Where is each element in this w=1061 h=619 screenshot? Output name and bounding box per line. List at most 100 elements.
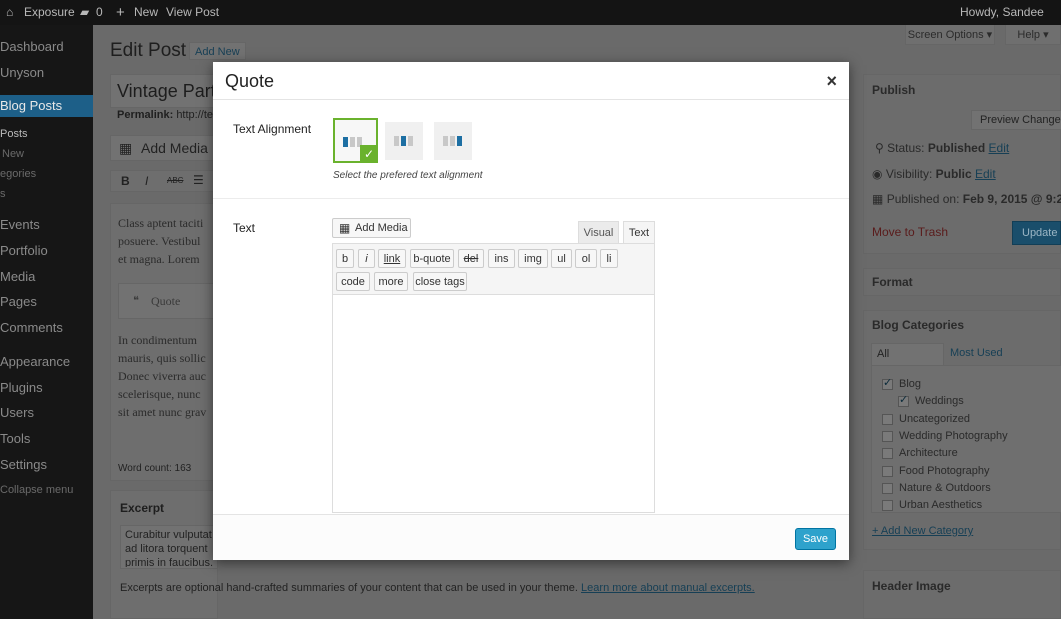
modal-add-media-button[interactable]: ▦ Add Media <box>332 218 411 238</box>
visibility-value: Public <box>935 167 972 181</box>
tab-all-categories[interactable]: All Categories <box>871 343 944 380</box>
site-name-link[interactable]: Exposure <box>24 0 75 25</box>
quote-modal: Quote × Text Alignment ✓ Select the pref… <box>213 62 849 560</box>
category-checkbox[interactable] <box>882 414 893 425</box>
category-checkbox[interactable] <box>882 376 893 390</box>
help-button[interactable]: Help ▾ <box>1005 25 1061 45</box>
view-post-link[interactable]: View Post <box>166 0 219 25</box>
menu-item-blog-posts[interactable]: Blog Posts <box>0 95 93 117</box>
quote-text-area[interactable] <box>332 294 655 513</box>
category-label: Food Photography <box>899 465 990 477</box>
menu-item-events[interactable]: Events <box>0 217 40 232</box>
tab-most-used[interactable]: Most Used <box>950 347 1003 359</box>
menu-item-appearance[interactable]: Appearance <box>0 354 70 369</box>
excerpt-line: ad litora torquent <box>125 543 208 555</box>
status-value: Published <box>927 141 986 155</box>
quicktag-ul-button[interactable]: ul <box>551 249 572 268</box>
header-image-box <box>863 570 1061 619</box>
category-label: Wedding Photography <box>899 430 1008 442</box>
word-count: Word count: 163 <box>118 463 192 474</box>
eye-icon: ◉ <box>872 167 883 181</box>
align-center-option[interactable] <box>385 122 423 160</box>
add-new-button[interactable]: Add New <box>189 42 246 60</box>
comment-icon[interactable]: ▰ <box>80 0 89 25</box>
excerpt-learn-more-link[interactable]: Learn more about manual excerpts. <box>581 582 755 594</box>
quicktag-li-button[interactable]: li <box>600 249 618 268</box>
greeting-link[interactable]: Howdy, Sandee Roger <box>960 0 1061 44</box>
menu-item-media[interactable]: Media <box>0 269 35 284</box>
category-label: Urban Aesthetics <box>899 499 983 511</box>
menu-item-portfolio[interactable]: Portfolio <box>0 243 48 258</box>
bullet-list-icon[interactable]: ☰ <box>193 173 204 187</box>
quicktag-italic-button[interactable]: i <box>358 249 375 268</box>
modal-header: Quote × <box>213 62 849 100</box>
italic-icon[interactable]: I <box>145 174 148 188</box>
modal-title: Quote <box>225 71 275 91</box>
screen-options-button[interactable]: Screen Options ▾ <box>905 25 995 45</box>
category-checkbox[interactable] <box>882 448 893 459</box>
comments-count[interactable]: 0 <box>96 0 103 25</box>
collapse-menu[interactable]: Collapse menu <box>0 484 73 496</box>
publish-title: Publish <box>872 83 916 97</box>
divider <box>213 198 849 199</box>
update-button[interactable]: Update <box>1012 221 1061 245</box>
strikethrough-icon[interactable]: ABC <box>167 176 183 185</box>
quicktag-close-tags-button[interactable]: close tags <box>413 272 467 291</box>
submenu-item-posts[interactable]: Posts <box>0 128 28 140</box>
align-left-option[interactable]: ✓ <box>333 118 378 163</box>
home-icon[interactable]: ⌂ <box>6 0 13 25</box>
category-checkbox[interactable] <box>882 500 893 511</box>
quicktag-ol-button[interactable]: ol <box>575 249 597 268</box>
quote-shortcode-block[interactable]: ❝ Quote <box>118 283 218 319</box>
status-edit-link[interactable]: Edit <box>989 141 1010 155</box>
align-bar <box>443 136 448 146</box>
move-to-trash-link[interactable]: Move to Trash <box>872 225 948 239</box>
alignment-hint: Select the prefered text alignment <box>333 170 483 181</box>
menu-item-settings[interactable]: Settings <box>0 457 47 472</box>
add-media-button[interactable]: ▦ Add Media <box>110 135 218 161</box>
preview-changes-button[interactable]: Preview Changes <box>971 110 1061 130</box>
category-checkbox[interactable] <box>882 483 893 494</box>
plus-icon[interactable]: + <box>116 0 125 25</box>
quicktag-img-button[interactable]: img <box>518 249 548 268</box>
add-new-category-link[interactable]: + Add New Category <box>872 525 973 537</box>
submenu-item-categories[interactable]: egories <box>0 168 36 180</box>
menu-item-comments[interactable]: Comments <box>0 320 63 335</box>
quicktag-bold-button[interactable]: b <box>336 249 354 268</box>
save-button[interactable]: Save <box>795 528 836 550</box>
quicktag-code-button[interactable]: code <box>336 272 370 291</box>
close-icon[interactable]: × <box>826 71 837 92</box>
excerpt-line: Curabitur vulputat <box>125 529 212 541</box>
title-input[interactable]: Vintage Party <box>110 74 225 108</box>
menu-item-plugins[interactable]: Plugins <box>0 380 43 395</box>
format-title: Format <box>872 275 913 289</box>
submenu-item-tags[interactable]: s <box>0 188 6 200</box>
tab-visual[interactable]: Visual <box>578 221 619 243</box>
submenu-item-new[interactable]: New <box>2 148 24 160</box>
tab-text[interactable]: Text <box>623 221 655 243</box>
quicktag-b-quote-button[interactable]: b-quote <box>410 249 454 268</box>
quicktag-link-button[interactable]: link <box>378 249 406 268</box>
add-media-label: Add Media <box>141 140 208 156</box>
category-checkbox[interactable] <box>882 431 893 442</box>
category-checkbox[interactable] <box>882 466 893 477</box>
menu-item-unyson[interactable]: Unyson <box>0 65 44 80</box>
menu-item-dashboard[interactable]: Dashboard <box>0 39 64 54</box>
quicktag-del-button[interactable]: del <box>458 249 484 268</box>
menu-item-pages[interactable]: Pages <box>0 294 37 309</box>
category-label: Blog <box>899 378 922 390</box>
visibility-edit-link[interactable]: Edit <box>975 167 996 181</box>
media-icon: ▦ <box>119 140 133 156</box>
menu-item-tools[interactable]: Tools <box>0 431 30 446</box>
bold-icon[interactable]: B <box>121 174 130 188</box>
category-checkbox[interactable] <box>898 393 909 407</box>
admin-side-menu: Dashboard Unyson Blog Posts Posts New eg… <box>0 25 93 619</box>
new-link[interactable]: New <box>134 0 158 25</box>
quicktag-more-button[interactable]: more <box>374 272 408 291</box>
check-icon: ✓ <box>360 145 378 163</box>
text-alignment-label: Text Alignment <box>233 122 312 136</box>
quicktag-ins-button[interactable]: ins <box>488 249 515 268</box>
align-right-option[interactable] <box>434 122 472 160</box>
pin-icon: ⚲ <box>875 141 884 155</box>
menu-item-users[interactable]: Users <box>0 405 34 420</box>
